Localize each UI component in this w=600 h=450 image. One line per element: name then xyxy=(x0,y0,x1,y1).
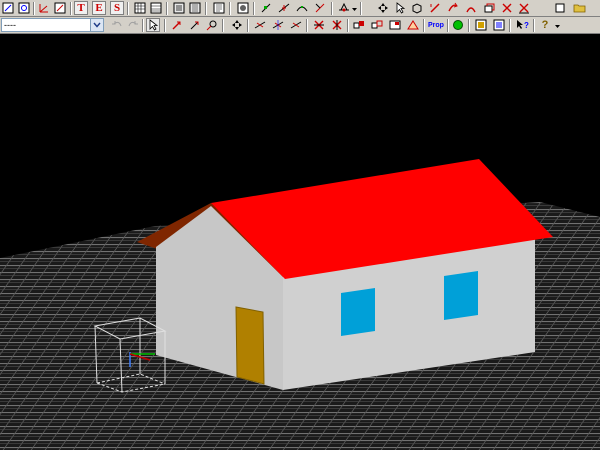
green-light-icon[interactable] xyxy=(451,18,465,32)
chevron-down-icon[interactable] xyxy=(553,18,561,32)
toolbar-separator xyxy=(166,2,168,15)
snap-node-icon[interactable] xyxy=(259,1,273,15)
curve-draw-icon[interactable] xyxy=(295,1,309,15)
new-window-icon[interactable] xyxy=(53,1,67,15)
extend-icon[interactable] xyxy=(517,1,531,15)
svg-text:?: ? xyxy=(524,21,529,30)
copy-icon[interactable] xyxy=(352,18,366,32)
trim-icon[interactable] xyxy=(500,1,514,15)
rotate-view-icon[interactable] xyxy=(1,1,15,15)
pan-icon[interactable] xyxy=(376,1,390,15)
layer-select-value: ---- xyxy=(4,20,16,30)
whats-this-icon[interactable]: ? xyxy=(515,18,529,32)
toolbar-separator xyxy=(247,19,249,32)
text-tool-button[interactable]: T xyxy=(74,1,88,15)
toolbar-separator xyxy=(33,2,35,15)
undo-icon[interactable] xyxy=(110,18,124,32)
toolbar-separator xyxy=(360,2,362,15)
render-icon[interactable] xyxy=(236,1,250,15)
toolbar-separator xyxy=(509,19,511,32)
texture-icon[interactable] xyxy=(492,18,506,32)
pointer-icon[interactable] xyxy=(146,18,160,32)
save-tool-button[interactable]: S xyxy=(110,1,124,15)
properties-button[interactable]: Prop xyxy=(427,18,445,32)
chevron-down-icon[interactable] xyxy=(90,19,103,31)
box-icon[interactable] xyxy=(410,1,424,15)
group-icon[interactable] xyxy=(312,18,326,32)
toolbar-separator xyxy=(229,2,231,15)
snap-icon[interactable] xyxy=(253,18,267,32)
toolbar-separator xyxy=(447,19,449,32)
toolbar-separator xyxy=(468,19,470,32)
copy-icon[interactable] xyxy=(482,1,496,15)
toolbar-separator xyxy=(533,19,535,32)
redo-arrow-icon[interactable] xyxy=(446,1,460,15)
select-arrow-icon[interactable] xyxy=(393,1,407,15)
distribute-icon[interactable] xyxy=(289,18,303,32)
list-icon[interactable] xyxy=(188,1,202,15)
main-toolbar: T E S xyxy=(0,0,600,17)
grid-icon[interactable] xyxy=(133,1,147,15)
toolbar-separator xyxy=(306,19,308,32)
window-left xyxy=(341,288,375,336)
scene-canvas xyxy=(0,159,600,450)
toolbar-separator xyxy=(70,2,72,15)
pan-icon[interactable] xyxy=(230,18,244,32)
window-right xyxy=(444,271,478,320)
zoom-window-icon[interactable] xyxy=(17,1,31,15)
toolbar-separator xyxy=(142,19,144,32)
scale-icon[interactable] xyxy=(205,18,219,32)
align-icon[interactable] xyxy=(271,18,285,32)
edit-tool-button[interactable]: E xyxy=(92,1,106,15)
chevron-down-icon[interactable] xyxy=(350,1,358,15)
rectangle-icon[interactable] xyxy=(553,1,567,15)
3d-viewport[interactable] xyxy=(0,34,600,450)
layout-icon[interactable] xyxy=(212,1,226,15)
line-draw-icon[interactable] xyxy=(277,1,291,15)
array-icon[interactable] xyxy=(370,18,384,32)
redo-icon[interactable] xyxy=(126,18,140,32)
material-icon[interactable] xyxy=(474,18,488,32)
toolbar-separator xyxy=(222,19,224,32)
toolbar-separator xyxy=(205,2,207,15)
toolbar-separator xyxy=(164,19,166,32)
toolbar-separator xyxy=(253,2,255,15)
open-folder-icon[interactable] xyxy=(573,1,587,15)
toolbar-separator xyxy=(423,19,425,32)
secondary-toolbar: ---- Prop ? ? xyxy=(0,17,600,34)
help-button[interactable]: ? xyxy=(538,18,552,32)
toolbar-separator xyxy=(127,2,129,15)
toolbar-separator xyxy=(331,2,333,15)
undo-arrow-icon[interactable] xyxy=(428,1,442,15)
ungroup-icon[interactable] xyxy=(330,18,344,32)
properties-grid-icon[interactable] xyxy=(388,18,402,32)
mirror-icon[interactable] xyxy=(464,1,478,15)
scan-icon[interactable] xyxy=(172,1,186,15)
layer-select[interactable]: ---- xyxy=(1,18,104,32)
table-icon[interactable] xyxy=(149,1,163,15)
toolbar-separator xyxy=(347,19,349,32)
move-icon[interactable] xyxy=(170,18,184,32)
measure-icon[interactable] xyxy=(313,1,327,15)
door xyxy=(235,306,265,385)
triangle-icon[interactable] xyxy=(406,18,420,32)
axis-icon[interactable] xyxy=(37,1,51,15)
snap-point-icon[interactable] xyxy=(337,1,351,15)
rotate-icon[interactable] xyxy=(188,18,202,32)
